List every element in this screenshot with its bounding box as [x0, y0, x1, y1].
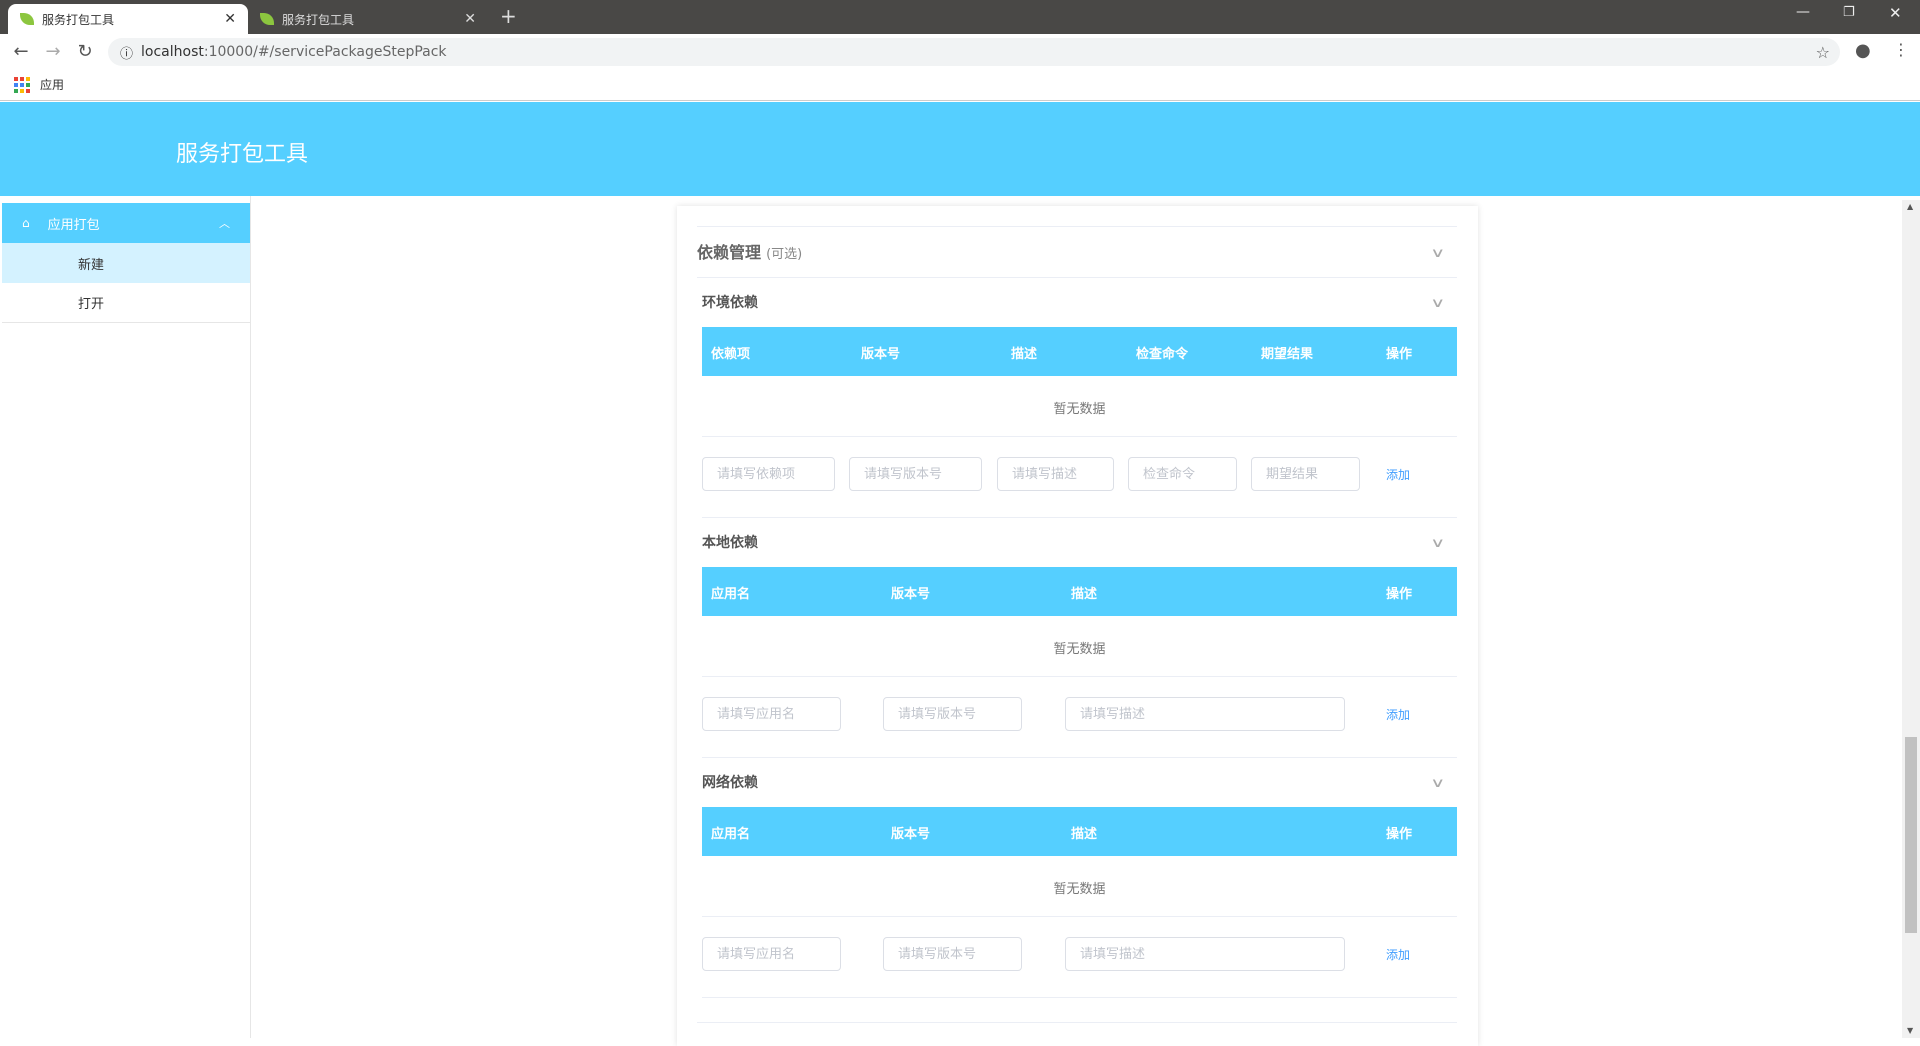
- new-tab-icon[interactable]: +: [500, 4, 517, 28]
- app-name-input[interactable]: [702, 937, 841, 971]
- divider: [702, 517, 1457, 518]
- column-header: 检查命令: [1136, 347, 1189, 362]
- scrollbar-thumb[interactable]: [1905, 737, 1917, 933]
- env-deps-title[interactable]: 环境依赖: [702, 292, 758, 312]
- apps-grid-icon: [14, 76, 30, 93]
- column-header: 应用名: [711, 587, 751, 602]
- local-deps-title[interactable]: 本地依赖: [702, 532, 758, 552]
- divider: [702, 436, 1457, 437]
- info-icon: ⓘ: [120, 46, 134, 62]
- bookmark-star-icon[interactable]: ☆: [1816, 43, 1830, 62]
- minimize-icon[interactable]: —: [1796, 4, 1810, 20]
- profile-icon[interactable]: ●: [1855, 40, 1871, 61]
- close-tab-icon[interactable]: ✕: [224, 11, 236, 27]
- chevron-up-icon: ︿: [219, 217, 230, 230]
- column-header: 应用名: [711, 827, 751, 842]
- tab-title: 服务打包工具: [282, 12, 355, 27]
- divider: [697, 1022, 1457, 1023]
- home-icon: ⌂: [22, 216, 30, 230]
- dependency-management-heading[interactable]: 依赖管理 (可选): [697, 239, 802, 263]
- chevron-down-icon[interactable]: ∨: [1430, 776, 1445, 791]
- column-header: 依赖项: [711, 347, 751, 362]
- chevron-down-icon[interactable]: ∨: [1430, 296, 1445, 311]
- address-row: ← → ↻ ⓘ localhost:10000/#/servicePackage…: [0, 34, 1920, 69]
- browser-tab-active[interactable]: 服务打包工具 ✕: [8, 4, 248, 34]
- close-window-icon[interactable]: ✕: [1889, 4, 1902, 22]
- column-header: 操作: [1386, 827, 1413, 842]
- divider: [702, 757, 1457, 758]
- browser-tab-bar: 服务打包工具 ✕ 服务打包工具 ✕ + — ❐ ✕: [0, 0, 1920, 34]
- restore-icon[interactable]: ❐: [1843, 5, 1855, 20]
- close-tab-icon[interactable]: ✕: [464, 11, 476, 27]
- description-input[interactable]: [1065, 697, 1345, 731]
- column-header: 版本号: [891, 587, 931, 602]
- divider: [702, 997, 1457, 998]
- check-command-input[interactable]: [1128, 457, 1237, 491]
- description-input[interactable]: [1065, 937, 1345, 971]
- sidebar-item-open[interactable]: 打开: [2, 283, 250, 323]
- divider: [702, 916, 1457, 917]
- sidebar-item-label: 新建: [78, 257, 105, 273]
- scroll-up-icon[interactable]: ▲: [1907, 202, 1913, 211]
- column-header: 期望结果: [1261, 347, 1314, 362]
- back-icon[interactable]: ←: [10, 41, 32, 62]
- sidebar-item-label: 打开: [78, 297, 105, 312]
- bookmarks-bar: 应用: [0, 69, 1920, 101]
- bookmark-apps[interactable]: 应用: [40, 76, 64, 93]
- section-hint: (可选): [766, 247, 803, 262]
- tab-title: 服务打包工具: [42, 12, 115, 27]
- browser-tab[interactable]: 服务打包工具 ✕: [248, 4, 488, 34]
- app-header: 服务打包工具: [0, 102, 1920, 196]
- version-input[interactable]: [883, 937, 1022, 971]
- version-input[interactable]: [849, 457, 982, 491]
- page-scrollbar[interactable]: ▲ ▼: [1902, 200, 1920, 1038]
- column-header: 描述: [1071, 827, 1098, 842]
- column-header: 版本号: [891, 827, 931, 842]
- empty-text: 暂无数据: [1053, 882, 1106, 897]
- chevron-down-icon[interactable]: ∨: [1430, 536, 1445, 551]
- reload-icon[interactable]: ↻: [74, 41, 96, 62]
- url-path: :10000/#/servicePackageStepPack: [203, 44, 447, 60]
- sidebar-item-new[interactable]: 新建: [2, 243, 250, 283]
- expected-result-input[interactable]: [1251, 457, 1360, 491]
- menu-icon[interactable]: ⋮: [1893, 40, 1909, 59]
- network-table-header: 应用名 版本号 描述 操作: [702, 807, 1457, 856]
- network-deps-title[interactable]: 网络依赖: [702, 772, 758, 792]
- spring-leaf-icon: [260, 13, 274, 25]
- add-network-dependency-button[interactable]: 添加: [1386, 946, 1410, 963]
- column-header: 版本号: [861, 347, 901, 362]
- app-name-input[interactable]: [702, 697, 841, 731]
- spring-leaf-icon: [20, 13, 34, 25]
- column-header: 操作: [1386, 347, 1413, 362]
- sidebar: ⌂ 应用打包 ︿ 新建 打开: [0, 196, 251, 1038]
- forward-icon[interactable]: →: [42, 41, 64, 62]
- empty-text: 暂无数据: [1053, 402, 1106, 417]
- dependency-item-input[interactable]: [702, 457, 835, 491]
- add-env-dependency-button[interactable]: 添加: [1386, 466, 1410, 483]
- sidebar-group-label: 应用打包: [47, 217, 100, 233]
- divider: [702, 676, 1457, 677]
- empty-text: 暂无数据: [1053, 642, 1106, 657]
- scroll-down-icon[interactable]: ▼: [1907, 1026, 1913, 1035]
- column-header: 描述: [1071, 587, 1098, 602]
- column-header: 描述: [1011, 347, 1038, 362]
- env-table-header: 依赖项 版本号 描述 检查命令 期望结果 操作: [702, 327, 1457, 376]
- column-header: 操作: [1386, 587, 1413, 602]
- section-title: 依赖管理: [697, 243, 762, 262]
- url-host: localhost: [141, 44, 204, 60]
- chevron-down-icon[interactable]: ∨: [1430, 246, 1445, 261]
- local-table-header: 应用名 版本号 描述 操作: [702, 567, 1457, 616]
- divider: [697, 277, 1457, 278]
- dependency-card: 依赖管理 (可选) ∨ 环境依赖 ∨ 依赖项 版本号 描述 检查命令 期望结果 …: [677, 206, 1478, 1046]
- version-input[interactable]: [883, 697, 1022, 731]
- app-title: 服务打包工具: [176, 142, 309, 167]
- sidebar-group-app-pack[interactable]: ⌂ 应用打包 ︿: [2, 203, 250, 243]
- url-bar[interactable]: ⓘ localhost:10000/#/servicePackageStepPa…: [108, 38, 1840, 66]
- add-local-dependency-button[interactable]: 添加: [1386, 706, 1410, 723]
- description-input[interactable]: [997, 457, 1114, 491]
- divider: [697, 226, 1457, 227]
